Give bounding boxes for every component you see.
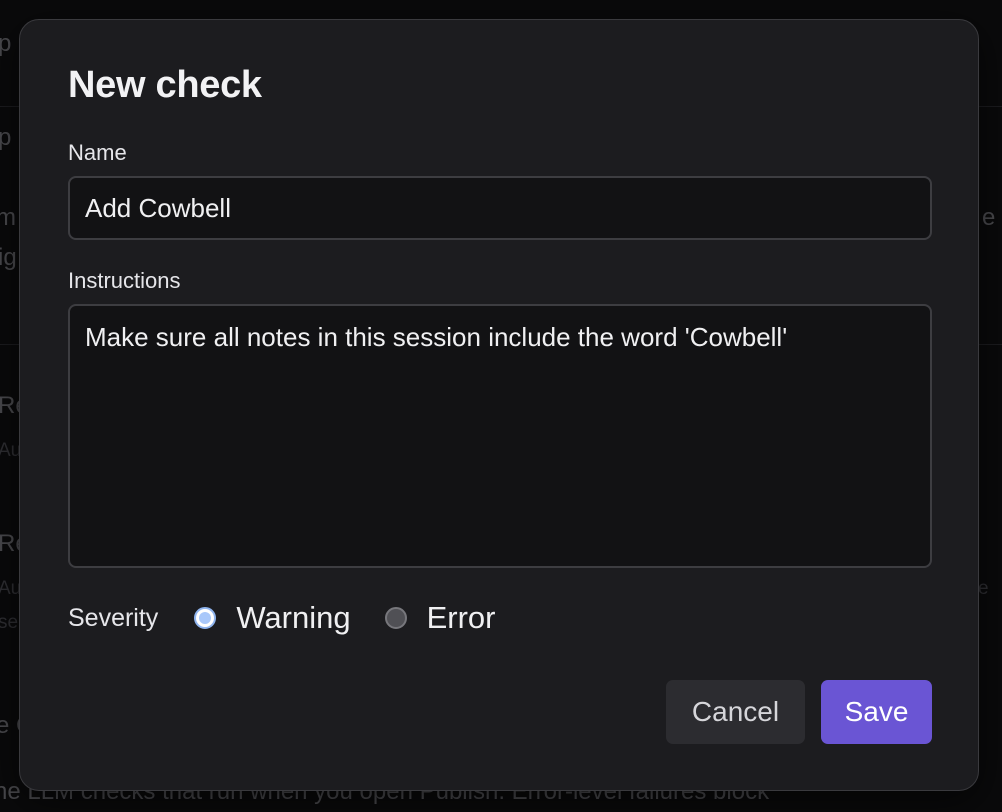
background-text: p — [0, 30, 12, 57]
error-radio[interactable] — [384, 607, 407, 629]
severity-label: Severity — [68, 603, 159, 632]
new-check-dialog: New check Name Instructions Make sure al… — [19, 19, 979, 791]
save-button[interactable]: Save — [821, 680, 932, 744]
severity-group: Severity Warning Error — [68, 596, 530, 640]
background-text: m — [0, 204, 16, 231]
background-text: e — [982, 204, 996, 231]
name-label: Name — [68, 140, 127, 165]
instructions-textarea[interactable]: Make sure all notes in this session incl… — [68, 304, 932, 568]
background-text: p — [0, 124, 12, 151]
background-text: ig — [0, 244, 17, 271]
cancel-button[interactable]: Cancel — [666, 680, 805, 744]
name-input[interactable] — [68, 176, 932, 240]
severity-option-warning[interactable]: Warning — [194, 600, 351, 636]
severity-option-error[interactable]: Error — [384, 600, 496, 636]
warning-label: Warning — [236, 600, 351, 635]
background-text: e — [978, 578, 989, 599]
dialog-title: New check — [68, 64, 262, 106]
instructions-label: Instructions — [68, 268, 181, 293]
error-label: Error — [426, 600, 496, 635]
background-text: se — [0, 612, 19, 633]
warning-radio[interactable] — [194, 607, 217, 629]
